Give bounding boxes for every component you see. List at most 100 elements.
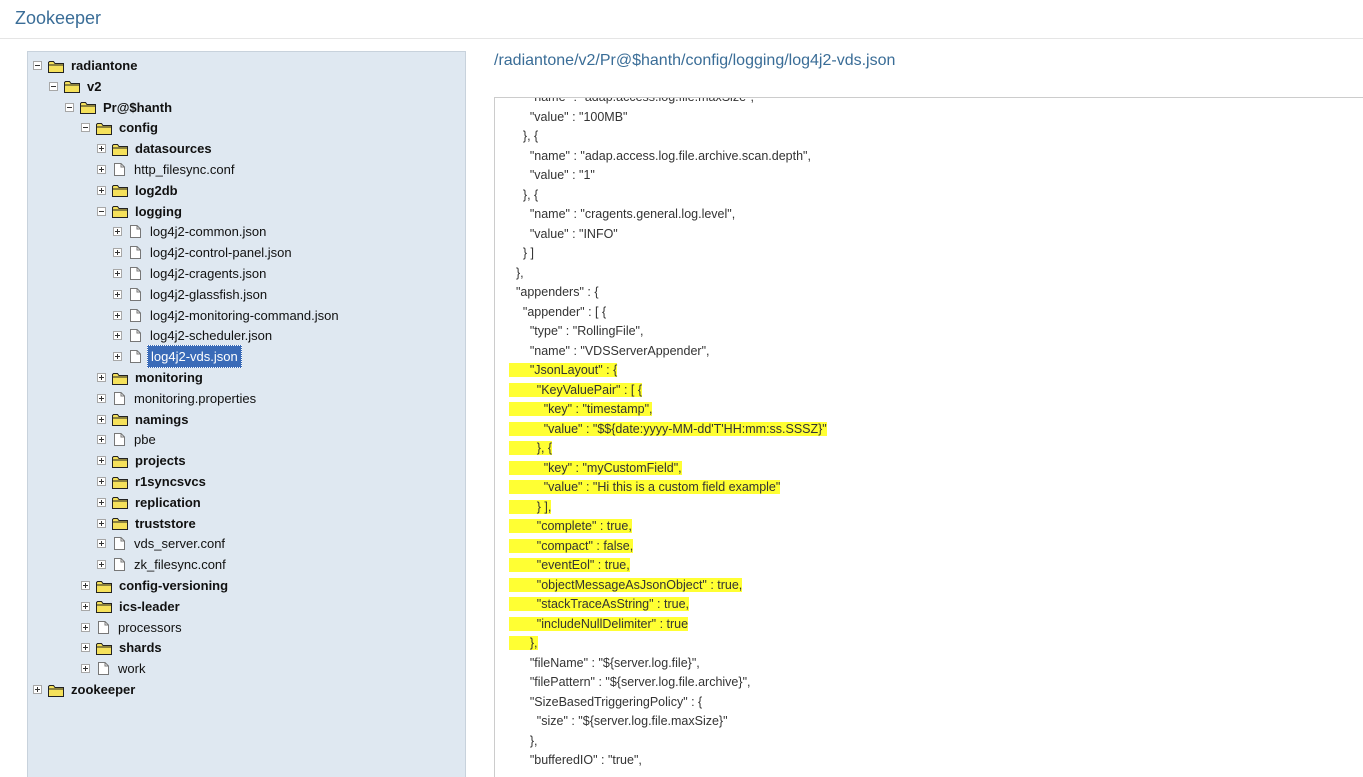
tree-node-label[interactable]: vds_server.conf <box>134 533 225 554</box>
tree-node-label[interactable]: log4j2-glassfish.json <box>150 284 267 305</box>
tree-node[interactable]: truststore <box>97 513 196 534</box>
expand-toggle-icon[interactable] <box>97 435 106 445</box>
collapse-toggle-icon[interactable] <box>97 206 106 216</box>
expand-toggle-icon[interactable] <box>113 352 122 362</box>
tree-node-label[interactable]: radiantone <box>71 55 137 76</box>
expand-toggle-icon[interactable] <box>113 310 122 320</box>
expand-toggle-icon[interactable] <box>113 269 122 278</box>
tree-node-label[interactable]: log4j2-cragents.json <box>150 263 266 284</box>
tree-node[interactable]: log4j2-common.json <box>113 221 266 242</box>
tree-node-label[interactable]: Pr@$hanth <box>103 97 172 118</box>
tree-node[interactable]: zk_filesync.conf <box>97 554 226 575</box>
collapse-toggle-icon[interactable] <box>65 102 74 112</box>
tree-node-label[interactable]: log4j2-common.json <box>150 221 266 242</box>
expand-toggle-icon[interactable] <box>97 165 106 174</box>
tree-node[interactable]: r1syncsvcs <box>97 471 206 492</box>
tree-node-label[interactable]: ics-leader <box>119 596 180 617</box>
expand-toggle-icon[interactable] <box>81 622 90 632</box>
expand-toggle-icon[interactable] <box>81 664 90 674</box>
expand-toggle-icon[interactable] <box>113 248 122 258</box>
tree-node-label[interactable]: r1syncsvcs <box>135 471 206 492</box>
code-text: "SizeBasedTriggeringPolicy" : { <box>509 694 703 709</box>
tree-panel[interactable]: radiantone v2 Pr@$hanth config datasources ht… <box>27 51 466 777</box>
expand-toggle-icon[interactable] <box>81 581 90 590</box>
tree-node-label[interactable]: shards <box>119 637 162 658</box>
tree-node[interactable]: ics-leader <box>81 596 180 617</box>
expand-toggle-icon[interactable] <box>97 518 106 528</box>
expand-toggle-icon[interactable] <box>97 456 106 466</box>
tree-node-label[interactable]: v2 <box>87 76 101 97</box>
tree-node-label[interactable]: monitoring.properties <box>134 388 256 409</box>
tree-node-label[interactable]: config-versioning <box>119 575 228 596</box>
code-text-highlighted: "value" : "Hi this is a custom field exa… <box>509 480 781 494</box>
expand-toggle-icon[interactable] <box>97 497 106 507</box>
expand-toggle-icon[interactable] <box>81 601 90 611</box>
collapse-toggle-icon[interactable] <box>81 123 90 133</box>
expand-toggle-icon[interactable] <box>97 144 106 154</box>
expand-toggle-icon[interactable] <box>97 477 106 486</box>
tree-node-label[interactable]: log4j2-scheduler.json <box>150 325 272 346</box>
tree-node[interactable]: datasources <box>97 138 212 159</box>
tree-node-label[interactable]: datasources <box>135 138 212 159</box>
folder-icon <box>80 101 96 115</box>
tree-node-label[interactable]: http_filesync.conf <box>134 159 234 180</box>
tree-node[interactable]: v2 <box>49 76 101 97</box>
tree-node[interactable]: work <box>81 658 145 679</box>
tree-node[interactable]: log4j2-scheduler.json <box>113 325 272 346</box>
tree-node-label[interactable]: truststore <box>135 513 196 534</box>
tree-node-label[interactable]: projects <box>135 450 186 471</box>
expand-toggle-icon[interactable] <box>97 185 106 195</box>
collapse-toggle-icon[interactable] <box>49 81 58 91</box>
collapse-toggle-icon[interactable] <box>33 61 42 70</box>
tree-node-label[interactable]: monitoring <box>135 367 203 388</box>
expand-toggle-icon[interactable] <box>113 331 122 341</box>
tree-node[interactable]: log4j2-monitoring-command.json <box>113 305 339 326</box>
tree-node[interactable]: log2db <box>97 180 178 201</box>
tree-node[interactable]: config-versioning <box>81 575 228 596</box>
expand-toggle-icon[interactable] <box>97 393 106 403</box>
expand-toggle-icon[interactable] <box>97 560 106 570</box>
tree-node-label[interactable]: namings <box>135 409 188 430</box>
tree-node[interactable]: replication <box>97 492 201 513</box>
tree-node-label[interactable]: zk_filesync.conf <box>134 554 226 575</box>
tree-node-label[interactable]: log2db <box>135 180 178 201</box>
tree-node[interactable]: http_filesync.conf <box>97 159 234 180</box>
expand-toggle-icon[interactable] <box>97 414 106 424</box>
tree-node-label[interactable]: replication <box>135 492 201 513</box>
tree-node[interactable]: log4j2-control-panel.json <box>113 242 292 263</box>
json-content-viewer[interactable]: "name" : "adap.access.log.file.maxSize",… <box>494 97 1363 777</box>
expand-toggle-icon[interactable] <box>97 539 106 549</box>
expand-toggle-icon[interactable] <box>113 227 122 237</box>
tree-node-label[interactable]: log4j2-monitoring-command.json <box>150 305 339 326</box>
tree-node-label[interactable]: config <box>119 117 158 138</box>
tree-node[interactable]: Pr@$hanth <box>65 97 172 118</box>
tree-node-label[interactable]: work <box>118 658 145 679</box>
expand-toggle-icon[interactable] <box>113 289 122 299</box>
expand-toggle-icon[interactable] <box>33 685 42 694</box>
tree-node[interactable]: pbe <box>97 429 156 450</box>
code-text: "appender" : [ { <box>509 304 607 319</box>
expand-toggle-icon[interactable] <box>97 373 106 382</box>
tree-node-label-selected[interactable]: log4j2-vds.json <box>147 345 242 369</box>
tree-node[interactable]: config <box>81 117 158 138</box>
tree-node[interactable]: log4j2-cragents.json <box>113 263 266 284</box>
tree-node[interactable]: zookeeper <box>33 679 135 700</box>
tree-node[interactable]: shards <box>81 637 162 658</box>
tree-node-label[interactable]: processors <box>118 617 182 638</box>
tree-node[interactable]: monitoring <box>97 367 203 388</box>
tree-node[interactable]: projects <box>97 450 186 471</box>
tree-node-label[interactable]: logging <box>135 201 182 222</box>
tree-node[interactable]: monitoring.properties <box>97 388 256 409</box>
expand-toggle-icon[interactable] <box>81 643 90 653</box>
tree-node[interactable]: vds_server.conf <box>97 533 225 554</box>
tree-node-label[interactable]: pbe <box>134 429 156 450</box>
tree-node[interactable]: namings <box>97 409 188 430</box>
tree-node-label[interactable]: zookeeper <box>71 679 135 700</box>
tree-node[interactable]: processors <box>81 617 182 638</box>
tree-node-label[interactable]: log4j2-control-panel.json <box>150 242 292 263</box>
tree-node[interactable]: log4j2-vds.json <box>113 345 242 369</box>
tree-node[interactable]: radiantone <box>33 55 137 76</box>
code-text-highlighted: "JsonLayout" : { <box>509 363 618 377</box>
tree-node[interactable]: logging <box>97 201 182 222</box>
tree-node[interactable]: log4j2-glassfish.json <box>113 284 267 305</box>
